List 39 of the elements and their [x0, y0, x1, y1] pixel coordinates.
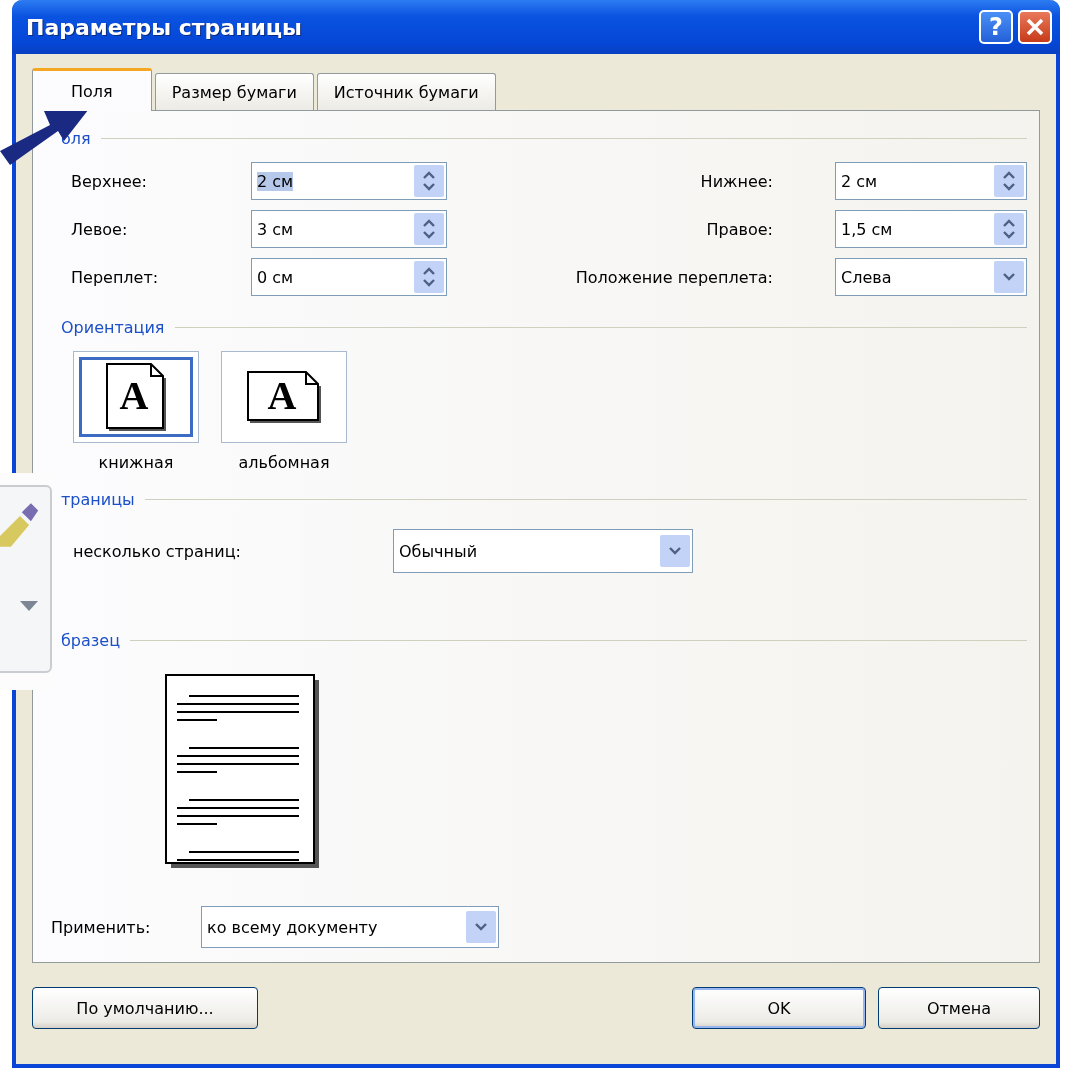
field-label: Положение переплета:	[575, 267, 773, 287]
dropdown-field[interactable]: Обычный	[393, 529, 693, 573]
spin-arrows-icon[interactable]	[422, 265, 436, 289]
field-label: Переплет:	[71, 267, 160, 287]
field-label: Нижнее:	[700, 171, 773, 191]
tab[interactable]: Поля	[32, 68, 152, 111]
orientation-label: книжная	[98, 453, 174, 472]
spin-field[interactable]: 2 см	[251, 162, 447, 200]
close-icon	[1026, 18, 1044, 36]
section-title: траницы	[61, 490, 135, 509]
field-label: Правое:	[706, 219, 773, 239]
spin-arrows-icon[interactable]	[1002, 169, 1016, 193]
orientation-button[interactable]: A	[73, 351, 199, 443]
orientation-label: альбомная	[238, 453, 330, 472]
help-button[interactable]: ?	[979, 10, 1013, 44]
spin-arrows-icon[interactable]	[1002, 217, 1016, 241]
dialog-button[interactable]: По умолчанию...	[32, 987, 258, 1029]
field-label: Применить:	[51, 917, 152, 937]
field-label: Верхнее:	[71, 171, 148, 191]
tab[interactable]: Источник бумаги	[316, 73, 496, 110]
field-label: несколько страниц:	[73, 541, 242, 561]
section-title: бразец	[61, 631, 121, 650]
spin-arrows-icon[interactable]	[422, 169, 436, 193]
spin-field[interactable]: 1,5 см	[835, 210, 1027, 248]
dialog-button[interactable]: Отмена	[878, 987, 1040, 1029]
spin-field[interactable]: 0 см	[251, 258, 447, 296]
spin-field[interactable]: 3 см	[251, 210, 447, 248]
section-title: Ориентация	[61, 318, 165, 337]
dropdown-field[interactable]: ко всему документу	[201, 906, 499, 948]
window-title: Параметры страницы	[26, 14, 303, 40]
spin-arrows-icon[interactable]	[422, 217, 436, 241]
dropdown-field[interactable]: Слева	[835, 258, 1027, 296]
dialog-button[interactable]: OK	[692, 987, 866, 1029]
tab[interactable]: Размер бумаги	[154, 73, 314, 110]
field-label: Левое:	[71, 219, 129, 239]
close-button[interactable]	[1018, 10, 1052, 44]
caret-icon[interactable]	[20, 601, 38, 611]
orientation-button[interactable]: A	[221, 351, 347, 443]
spin-field[interactable]: 2 см	[835, 162, 1027, 200]
